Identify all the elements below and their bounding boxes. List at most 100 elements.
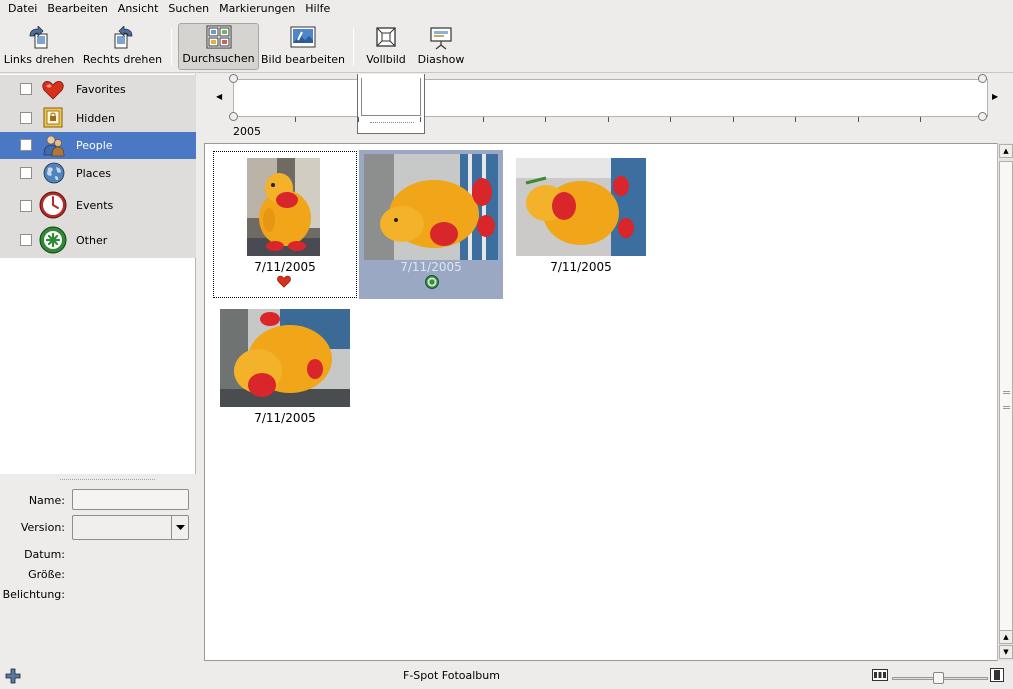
rotate-right-button[interactable]: Rechts drehen <box>82 23 163 70</box>
timeline-tick <box>608 117 609 122</box>
globe-icon <box>43 162 65 184</box>
slideshow-button[interactable]: Diashow <box>414 23 468 70</box>
menu-ansicht[interactable]: Ansicht <box>113 0 164 19</box>
date-label: Datum: <box>24 548 65 561</box>
photo-thumbnail[interactable] <box>220 309 350 407</box>
tag-row-places[interactable]: Places <box>0 159 196 188</box>
browse-button[interactable]: Durchsuchen <box>178 23 259 70</box>
version-combo[interactable] <box>72 515 189 540</box>
tag-label-favorites: Favorites <box>76 83 126 96</box>
tag-checkbox-hidden[interactable] <box>20 112 32 124</box>
timeline-tick <box>733 117 734 122</box>
timeline-selection-window[interactable] <box>357 74 425 134</box>
photo-info-panel: Name: Version: Datum: Größe: Belichtung: <box>0 484 196 661</box>
timeline-tick <box>483 117 484 122</box>
timeline[interactable]: ◀ 2005 ▶ <box>204 74 1013 142</box>
menu-suchen-label: Suchen <box>168 2 210 15</box>
tag-row-events[interactable]: Events <box>0 188 196 223</box>
photo-thumbnail[interactable] <box>516 158 646 256</box>
photo-thumbnail[interactable] <box>247 158 320 256</box>
browse-label: Durchsuchen <box>182 52 255 65</box>
menu-markierungen-label: Markierungen <box>219 2 296 15</box>
rotate-left-label: Links drehen <box>3 53 75 66</box>
fullscreen-label: Vollbild <box>366 53 406 66</box>
tag-label-people: People <box>76 139 113 152</box>
timeline-track[interactable] <box>233 79 988 117</box>
hidden-icon <box>43 107 63 128</box>
photo-date: 7/11/2005 <box>254 260 316 274</box>
other-icon <box>425 275 439 289</box>
scroll-up-icon[interactable]: ▲ <box>999 144 1013 158</box>
tag-label-places: Places <box>76 167 111 180</box>
menu-suchen[interactable]: Suchen <box>163 0 214 19</box>
tag-row-favorites[interactable]: Favorites <box>0 75 196 104</box>
zoom-out-icon[interactable] <box>872 669 888 684</box>
vertical-splitter[interactable] <box>198 74 203 661</box>
tag-checkbox-events[interactable] <box>20 200 32 212</box>
menu-ansicht-label: Ansicht <box>117 2 159 15</box>
rotate-left-button[interactable]: Links drehen <box>3 23 75 70</box>
scrollbar-thumb[interactable] <box>999 161 1013 641</box>
photo-cell[interactable]: 7/11/2005 <box>509 151 653 298</box>
panel-splitter[interactable] <box>60 479 155 483</box>
people-icon <box>43 134 65 157</box>
photo-cell[interactable]: 7/11/2005 <box>213 151 357 298</box>
photo-grid-scrollbar[interactable]: ▲ ▲ ▼ <box>997 143 1013 661</box>
timeline-handle[interactable] <box>229 74 238 83</box>
timeline-year-label: 2005 <box>233 125 261 138</box>
slideshow-icon <box>428 26 454 50</box>
tag-list: Favorites Hidden People Places Events Ot… <box>0 74 196 474</box>
timeline-tick <box>358 117 359 122</box>
chevron-down-icon[interactable] <box>171 516 188 539</box>
tag-row-people[interactable]: People <box>0 132 196 159</box>
timeline-tick <box>420 117 421 122</box>
edit-image-button[interactable]: Bild bearbeiten <box>261 23 345 70</box>
timeline-tick <box>295 117 296 122</box>
zoom-in-icon[interactable] <box>990 668 1004 685</box>
name-field[interactable] <box>72 489 189 510</box>
timeline-right-arrow-icon[interactable]: ▶ <box>992 92 998 101</box>
photo-cell[interactable]: 7/11/2005 <box>359 150 503 299</box>
timeline-tick <box>858 117 859 122</box>
photo-cell[interactable]: 7/11/2005 <box>213 302 357 432</box>
fullscreen-icon <box>373 26 399 50</box>
edit-image-label: Bild bearbeiten <box>261 53 346 66</box>
scrollbar-grip <box>1003 391 1010 409</box>
tag-checkbox-favorites[interactable] <box>20 83 32 95</box>
left-panel: Favorites Hidden People Places Events Ot… <box>0 74 199 661</box>
menu-bearbeiten[interactable]: Bearbeiten <box>42 0 112 19</box>
tag-checkbox-other[interactable] <box>20 234 32 246</box>
version-label: Version: <box>20 521 65 534</box>
tag-checkbox-places[interactable] <box>20 167 32 179</box>
menu-markierungen[interactable]: Markierungen <box>214 0 300 19</box>
timeline-handle[interactable] <box>978 74 987 83</box>
tag-row-hidden[interactable]: Hidden <box>0 104 196 132</box>
tag-checkbox-people[interactable] <box>20 139 32 151</box>
menu-hilfe[interactable]: Hilfe <box>300 0 335 19</box>
timeline-left-arrow-icon[interactable]: ◀ <box>216 92 222 101</box>
fullscreen-button[interactable]: Vollbild <box>362 23 410 70</box>
add-tag-icon[interactable] <box>5 668 21 687</box>
menu-hilfe-label: Hilfe <box>305 2 331 15</box>
photo-thumbnail[interactable] <box>364 154 498 260</box>
toolbar-separator-2 <box>353 28 354 66</box>
menu-bearbeiten-label: Bearbeiten <box>47 2 108 15</box>
menu-datei-label: Datei <box>8 2 38 15</box>
tag-label-other: Other <box>76 234 108 247</box>
clock-icon <box>39 191 67 219</box>
scroll-up-icon[interactable]: ▲ <box>999 630 1013 644</box>
rotate-left-icon <box>26 26 52 50</box>
tag-label-events: Events <box>76 199 114 212</box>
status-text: F-Spot Fotoalbum <box>403 669 500 682</box>
photo-date: 7/11/2005 <box>254 411 316 425</box>
menu-datei[interactable]: Datei <box>3 0 42 19</box>
slideshow-label: Diashow <box>417 53 465 66</box>
zoom-slider-knob[interactable] <box>933 672 944 684</box>
photo-date: 7/11/2005 <box>400 260 462 274</box>
scroll-down-icon[interactable]: ▼ <box>999 645 1013 659</box>
photo-grid[interactable]: 7/11/2005 7/11/2005 7/11/2005 7/11/2005 <box>204 143 997 661</box>
tag-row-other[interactable]: Other <box>0 223 196 258</box>
heart-icon <box>42 79 64 101</box>
rotate-right-label: Rechts drehen <box>82 53 163 66</box>
name-label: Name: <box>28 494 65 507</box>
